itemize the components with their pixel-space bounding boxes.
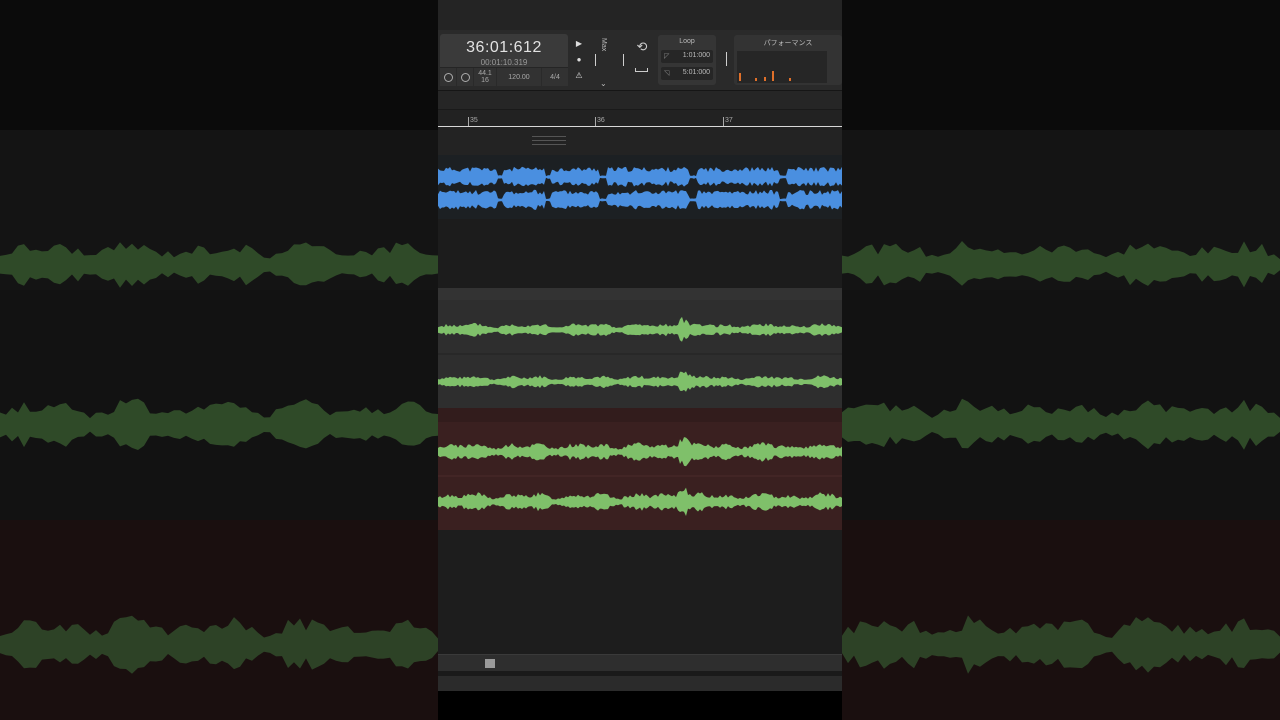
time-position-main: 36:01:612 — [466, 39, 542, 56]
metronome-button[interactable]: ⚠ — [572, 68, 586, 84]
time-display[interactable]: 36:01:612 00:01:10.319 44.1 16 120.00 4/… — [440, 34, 568, 86]
backdrop-waveforms-left — [0, 242, 438, 674]
sync-icon — [443, 72, 453, 82]
performance-panel: パフォーマンス — [734, 35, 842, 85]
backdrop-waveforms-right — [842, 241, 1280, 674]
audio-track-blue[interactable] — [438, 155, 842, 288]
track-resize-handle[interactable] — [438, 127, 842, 155]
loop-controls: ⟲ — [630, 36, 654, 86]
punch-range-icon[interactable] — [630, 58, 654, 80]
play-button[interactable]: ▶ — [572, 36, 586, 52]
sample-rate-display[interactable]: 44.1 16 — [474, 68, 497, 86]
transport-buttons: ▶ ● ⚠ — [572, 36, 586, 86]
backdrop-left — [0, 0, 438, 720]
ruler-tick — [468, 117, 469, 126]
backdrop-right — [842, 0, 1280, 720]
level-meter-right — [623, 54, 624, 66]
loop-start-icon: ◸ — [664, 53, 670, 60]
loop-range-panel: Loop ◸ 1:01:000 ◹ 5:01:000 — [658, 35, 716, 85]
divider — [726, 52, 727, 66]
gear-icon — [460, 72, 470, 82]
performance-title: パフォーマンス — [763, 40, 813, 47]
sync-button[interactable] — [440, 68, 457, 86]
audio-clip-waveform-blue — [438, 155, 842, 219]
max-label: Max — [600, 38, 607, 52]
timeline-ruler[interactable]: 35 36 37 — [438, 110, 842, 127]
track-divider — [438, 288, 842, 300]
horizontal-scrollbar[interactable] — [438, 654, 842, 671]
loop-end-field[interactable]: ◹ 5:01:000 — [661, 67, 713, 80]
ruler-bar-number: 37 — [725, 117, 733, 124]
top-menu-bar — [438, 0, 842, 31]
loop-end-icon: ◹ — [664, 70, 670, 77]
settings-button[interactable] — [457, 68, 474, 86]
performance-bar — [772, 71, 774, 81]
time-signature-field[interactable]: 4/4 — [542, 68, 568, 86]
chevron-down-icon: ⌄ — [600, 79, 607, 88]
bottom-black-area — [438, 691, 842, 720]
max-level-control[interactable]: Max ⌄ — [598, 34, 612, 88]
bit-depth-value: 16 — [481, 77, 489, 84]
performance-bar — [764, 77, 766, 81]
performance-graph — [737, 51, 827, 83]
grip-line — [532, 140, 566, 141]
daw-window: 36:01:612 00:01:10.319 44.1 16 120.00 4/… — [438, 0, 842, 720]
ruler-tick — [723, 117, 724, 126]
transport-panel: 36:01:612 00:01:10.319 44.1 16 120.00 4/… — [438, 30, 842, 91]
record-button[interactable]: ● — [572, 52, 586, 68]
performance-bar — [739, 73, 741, 81]
grip-line — [532, 136, 566, 137]
empty-track-area — [438, 530, 842, 654]
performance-bar — [789, 78, 791, 81]
grip-line — [532, 144, 566, 145]
secondary-toolbar — [438, 91, 842, 110]
loop-start-field[interactable]: ◸ 1:01:000 — [661, 50, 713, 63]
loop-toggle-icon[interactable]: ⟲ — [630, 36, 654, 58]
audio-track-record-armed[interactable] — [438, 408, 842, 530]
loop-title: Loop — [679, 38, 695, 45]
ruler-bar-number: 35 — [470, 117, 478, 124]
performance-bar — [755, 78, 757, 81]
sample-rate-value: 44.1 — [478, 70, 492, 77]
scrollbar-thumb[interactable] — [485, 659, 495, 668]
loop-end-value: 5:01:000 — [682, 69, 710, 76]
audio-clip-waveform-green-record — [438, 408, 842, 516]
time-position-seconds: 00:01:10.319 — [480, 58, 528, 67]
loop-start-value: 1:01:000 — [682, 52, 710, 59]
audio-track-green[interactable] — [438, 300, 842, 408]
time-info-row: 44.1 16 120.00 4/4 — [440, 67, 568, 86]
bottom-panel-bar — [438, 675, 842, 692]
ruler-tick — [595, 117, 596, 126]
tempo-field[interactable]: 120.00 — [497, 68, 542, 86]
audio-clip-waveform-green — [438, 316, 842, 392]
ruler-bar-number: 36 — [597, 117, 605, 124]
level-meter-left — [595, 54, 596, 66]
